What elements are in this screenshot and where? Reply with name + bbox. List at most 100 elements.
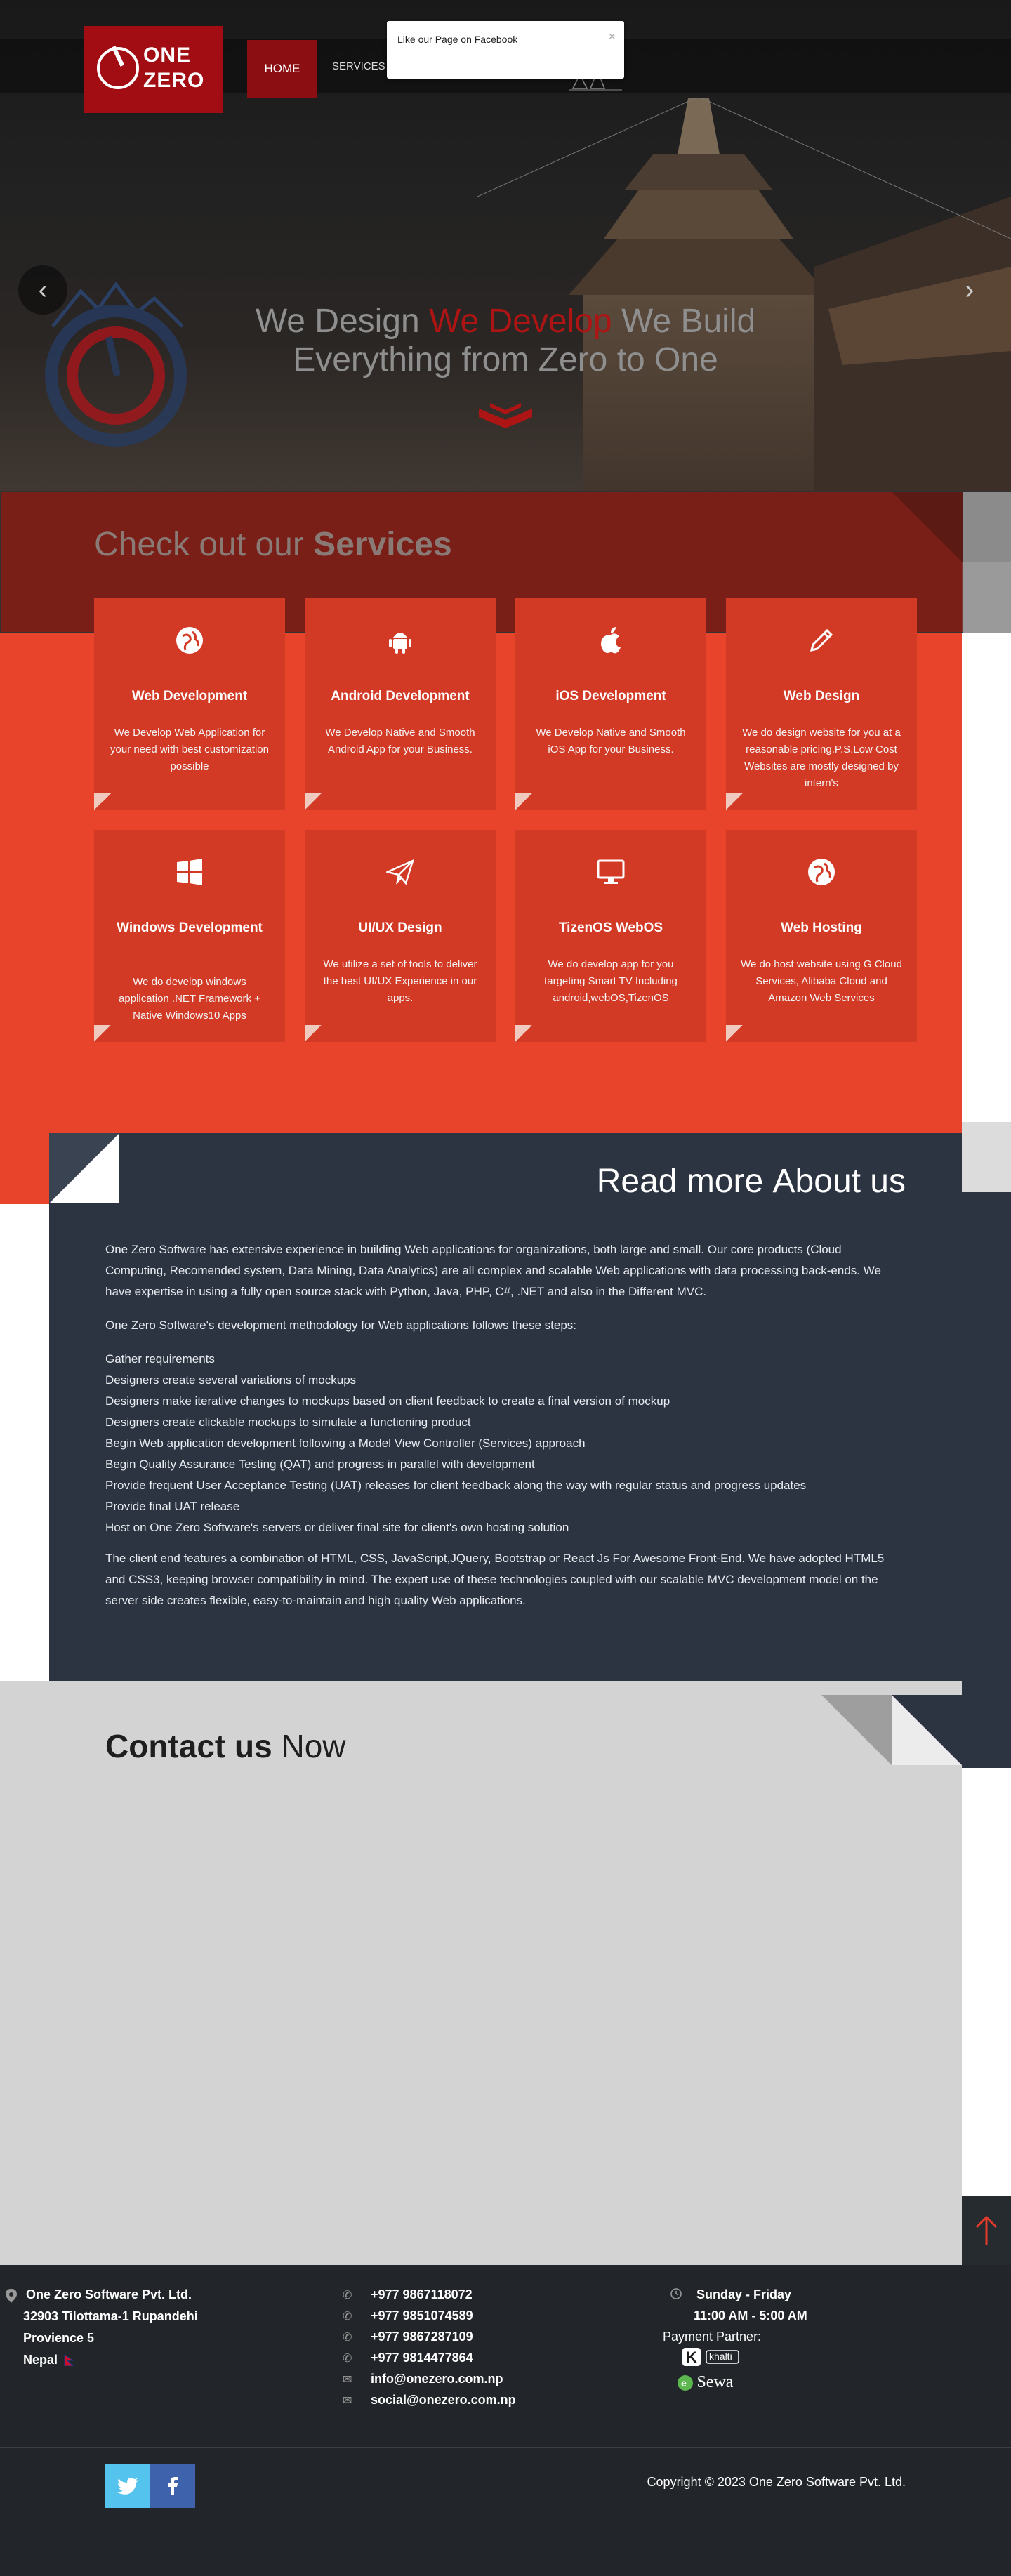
contact-title-bold: Contact us <box>105 1728 272 1764</box>
list-item: Begin Quality Assurance Testing (QAT) an… <box>105 1458 535 1471</box>
about-title: Read more About us <box>49 1162 906 1201</box>
map-marker-icon <box>6 2289 18 2303</box>
arrow-up-icon <box>975 2215 998 2245</box>
twitter-icon <box>117 2478 138 2495</box>
service-desc: We Develop Web Application for your need… <box>110 727 269 772</box>
footer-divider <box>0 2447 1011 2448</box>
nepal-flag-icon <box>64 2354 74 2367</box>
service-title: iOS Development <box>555 689 666 704</box>
globe-icon <box>808 859 835 885</box>
khalti-text: khalti <box>709 2351 732 2362</box>
card-fold-decoration <box>94 1025 111 1042</box>
service-desc: We Develop Native and Smooth Android App… <box>325 727 475 755</box>
phone-icon: ✆ <box>343 2311 352 2323</box>
scroll-to-top-button[interactable] <box>962 2196 1011 2265</box>
corner-fold-decoration <box>821 1695 962 1765</box>
service-title: Web Development <box>131 689 248 704</box>
footer-address: 32903 Tilottama-1 Rupandehi <box>23 2309 198 2323</box>
esewa-text: Sewa <box>696 2373 734 2391</box>
facebook-button[interactable] <box>150 2464 195 2508</box>
esewa-logo[interactable]: e Sewa <box>677 2373 733 2392</box>
windows-icon <box>177 859 202 885</box>
site-logo[interactable]: ONE ZERO <box>84 26 223 113</box>
footer-phone[interactable]: +977 9867287109 <box>371 2330 473 2344</box>
footer-hours-time: 11:00 AM - 5:00 AM <box>694 2309 807 2323</box>
service-card-android-development[interactable]: Android Development We Develop Native an… <box>305 598 496 810</box>
copyright-text: Copyright © 2023 One Zero Software Pvt. … <box>647 2475 906 2489</box>
footer-phone[interactable]: +977 9867118072 <box>371 2287 473 2302</box>
khalti-logo[interactable]: K khalti <box>678 2346 748 2371</box>
chevron-right-icon: › <box>965 275 974 305</box>
svg-text:K: K <box>686 2349 697 2366</box>
services-title: Check out our Services <box>94 525 452 564</box>
services-title-light: Check out our <box>94 526 304 563</box>
footer-phone[interactable]: +977 9814477864 <box>371 2351 473 2365</box>
nav-home[interactable]: HOME <box>247 40 317 98</box>
contact-title-light: Now <box>281 1728 346 1764</box>
service-title: Web Hosting <box>781 920 862 935</box>
about-title-light: Read more <box>596 1163 764 1200</box>
scroll-down-chevron-icon[interactable] <box>479 403 532 428</box>
about-title-bold: About us <box>772 1163 906 1200</box>
card-fold-decoration <box>515 1025 532 1042</box>
service-card-web-hosting[interactable]: Web Hosting We do host website using G C… <box>726 830 917 1042</box>
clock-icon <box>670 2288 683 2301</box>
contact-right-band <box>962 1768 1011 2196</box>
contact-title: Contact us Now <box>105 1727 346 1765</box>
logo-text-one: ONE <box>143 44 192 67</box>
phone-icon: ✆ <box>343 2353 352 2365</box>
globe-icon <box>176 627 203 654</box>
list-item: Provide final UAT release <box>105 1500 240 1513</box>
service-title: TizenOS WebOS <box>558 920 663 935</box>
service-card-tizenos-webos[interactable]: TizenOS WebOS We do develop app for you … <box>515 830 706 1042</box>
service-card-ios-development[interactable]: iOS Development We Develop Native and Sm… <box>515 598 706 810</box>
section-divider-grey <box>962 1122 1011 1192</box>
service-desc: We do develop app for you targeting Smar… <box>544 958 678 1004</box>
card-fold-decoration <box>726 1025 743 1042</box>
twitter-button[interactable] <box>105 2464 150 2508</box>
service-title: Web Design <box>783 689 860 704</box>
nav-services[interactable]: SERVICES <box>332 60 385 72</box>
list-item: Provide frequent User Acceptance Testing… <box>105 1479 807 1492</box>
phone-icon: ✆ <box>343 2332 352 2344</box>
footer-company: One Zero Software Pvt. Ltd. <box>26 2287 192 2301</box>
about-paragraph: The client end features a combination of… <box>105 1552 885 1607</box>
service-title: Windows Development <box>117 920 263 935</box>
list-item: Gather requirements <box>105 1352 215 1366</box>
close-icon[interactable]: × <box>608 29 616 44</box>
footer-email[interactable]: info@onezero.com.np <box>371 2372 503 2386</box>
service-desc: We Develop Native and Smooth iOS App for… <box>536 727 686 755</box>
footer-hours-days: Sunday - Friday <box>696 2287 792 2301</box>
hero-subheadline: Everything from Zero to One <box>293 341 718 378</box>
envelope-icon: ✉ <box>343 2395 352 2407</box>
card-fold-decoration <box>305 793 322 810</box>
methodology-list: Gather requirements Designers create sev… <box>105 1349 906 1538</box>
paper-plane-icon <box>386 859 414 885</box>
about-paragraph: One Zero Software has extensive experien… <box>105 1243 881 1298</box>
card-fold-decoration <box>94 793 111 810</box>
fb-popup-text: Like our Page on Facebook <box>397 34 518 45</box>
about-right-band <box>962 1192 1011 1768</box>
facebook-like-popup[interactable]: Like our Page on Facebook × <box>387 21 624 79</box>
svg-text:e: e <box>681 2377 687 2389</box>
list-item: Designers create several variations of m… <box>105 1373 357 1387</box>
hero-headline: We Design We Develop We Build <box>0 302 1011 341</box>
service-title: Android Development <box>331 689 470 704</box>
card-fold-decoration <box>305 1025 322 1042</box>
service-card-windows-development[interactable]: Windows Development We do develop window… <box>94 830 285 1042</box>
hero-design-text: We Design <box>255 303 420 340</box>
service-card-ui-ux-design[interactable]: UI/UX Design We utilize a set of tools t… <box>305 830 496 1042</box>
service-card-web-design[interactable]: Web Design We do design website for you … <box>726 598 917 810</box>
android-icon <box>389 633 411 654</box>
facebook-icon <box>168 2477 178 2495</box>
footer-email[interactable]: social@onezero.com.np <box>371 2393 516 2407</box>
contact-section <box>0 1681 962 2265</box>
service-card-web-development[interactable]: Web Development We Develop Web Applicati… <box>94 598 285 810</box>
service-desc: We do host website using G Cloud Service… <box>741 958 902 1004</box>
footer-phone[interactable]: +977 9851074589 <box>371 2309 473 2323</box>
list-item: Begin Web application development follow… <box>105 1436 586 1450</box>
envelope-icon: ✉ <box>343 2374 352 2386</box>
footer-province: Provience 5 <box>23 2331 95 2345</box>
esewa-e-icon: e <box>678 2374 693 2391</box>
service-desc: We utilize a set of tools to deliver the… <box>323 958 477 1004</box>
